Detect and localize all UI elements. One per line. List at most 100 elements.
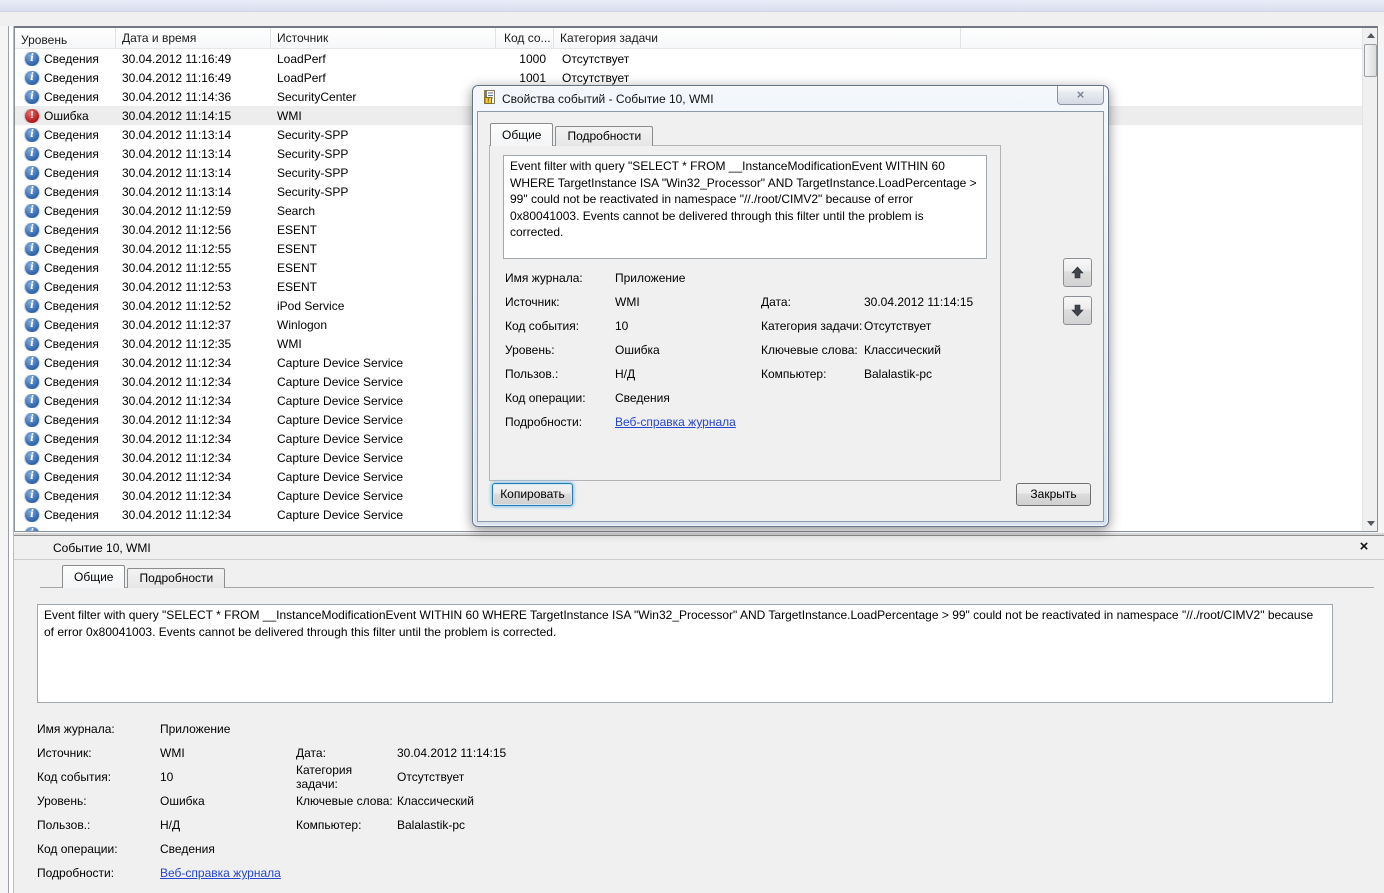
level-icon: i — [25, 241, 39, 256]
event-fields: Имя журнала: Приложение Источник: WMI Да… — [37, 717, 1339, 885]
preview-tab-details[interactable]: Подробности — [127, 568, 226, 588]
date-label: Дата: — [761, 295, 791, 309]
event-id-value: 10 — [160, 770, 174, 784]
level-icon: i — [25, 51, 39, 66]
opcode-value: Сведения — [615, 391, 670, 405]
level-icon: i — [25, 165, 39, 180]
tab-general[interactable]: Общие — [490, 123, 554, 146]
level-value: Ошибка — [160, 794, 205, 808]
column-header-datetime[interactable]: Дата и время — [116, 28, 271, 48]
previous-event-button[interactable] — [1063, 258, 1092, 287]
scroll-up-button[interactable] — [1363, 28, 1377, 43]
task-category-label: Категория задачи: — [761, 319, 863, 333]
level-icon: i — [25, 70, 39, 85]
event-preview-pane: Событие 10, WMI × Общие Подробности Even… — [14, 535, 1384, 893]
computer-value: Balalastik-pc — [864, 367, 933, 381]
computer-value: Balalastik-pc — [397, 818, 466, 832]
task-category-value: Отсутствует — [397, 770, 465, 784]
scroll-up-icon — [1366, 33, 1375, 38]
column-header-code[interactable]: Код со... — [496, 28, 554, 48]
level-icon: i — [25, 260, 39, 275]
user-value: Н/Д — [615, 367, 636, 381]
level-icon: i — [25, 431, 39, 446]
next-event-button[interactable] — [1063, 296, 1092, 325]
source-value: WMI — [160, 746, 185, 760]
svg-text:!: ! — [487, 98, 489, 104]
keywords-label: Ключевые слова: — [761, 343, 858, 357]
log-name-value: Приложение — [615, 271, 686, 285]
scrollbar-thumb[interactable] — [1364, 44, 1377, 77]
level-icon: i — [25, 317, 39, 332]
level-icon: i — [25, 203, 39, 218]
date-label: Дата: — [296, 746, 326, 760]
level-label: Уровень: — [37, 794, 87, 808]
more-info-label: Подробности: — [37, 866, 115, 880]
dialog-titlebar[interactable]: ! Свойства событий - Событие 10, WMI — [473, 86, 1108, 111]
computer-label: Компьютер: — [761, 367, 827, 381]
preview-title: Событие 10, WMI — [53, 541, 151, 555]
level-icon: ! — [25, 108, 39, 123]
dialog-tab-panel: Event filter with query "SELECT * FROM _… — [489, 145, 1001, 481]
scroll-down-button[interactable] — [1363, 516, 1377, 531]
date-value: 30.04.2012 11:14:15 — [397, 746, 507, 760]
event-message[interactable]: Event filter with query "SELECT * FROM _… — [503, 155, 987, 259]
level-icon: i — [25, 146, 39, 161]
event-log-online-help-link[interactable]: Веб-справка журнала — [160, 866, 281, 880]
toolbar-strip — [0, 12, 1384, 26]
user-label: Пользов.: — [505, 367, 559, 381]
close-button[interactable]: Закрыть — [1016, 483, 1091, 506]
copy-button[interactable]: Копировать — [492, 483, 573, 506]
level-icon: i — [25, 336, 39, 351]
keywords-value: Классический — [864, 343, 941, 357]
event-table-header: Уровень Дата и время Источник Код со... … — [15, 28, 1377, 49]
task-category-value: Отсутствует — [864, 319, 932, 333]
level-icon: i — [25, 298, 39, 313]
log-name-value: Приложение — [160, 722, 231, 736]
level-value: Ошибка — [615, 343, 660, 357]
level-icon: i — [25, 89, 39, 104]
event-properties-dialog: ! Свойства событий - Событие 10, WMI × О… — [472, 85, 1109, 527]
close-icon: × — [1076, 87, 1085, 102]
source-value: WMI — [615, 295, 640, 309]
level-icon: i — [25, 355, 39, 370]
dialog-close-button[interactable]: × — [1057, 86, 1104, 105]
event-log-online-help-link[interactable]: Веб-справка журнала — [615, 415, 736, 429]
arrow-up-icon — [1071, 266, 1084, 279]
keywords-label: Ключевые слова: — [296, 794, 393, 808]
computer-label: Компьютер: — [296, 818, 362, 832]
level-icon: i — [25, 279, 39, 294]
preview-tab-general[interactable]: Общие — [62, 565, 126, 588]
level-icon: i — [25, 526, 39, 531]
vertical-scrollbar[interactable] — [1362, 28, 1377, 531]
preview-tabs: Общие Подробности — [62, 565, 227, 588]
window-chrome-strip — [0, 0, 1384, 12]
opcode-label: Код операции: — [505, 391, 586, 405]
preview-close-button[interactable]: × — [1355, 538, 1373, 556]
opcode-label: Код операции: — [37, 842, 118, 856]
date-value: 30.04.2012 11:14:15 — [864, 295, 974, 309]
level-label: Уровень: — [505, 343, 555, 357]
event-id-label: Код события: — [505, 319, 580, 333]
scroll-down-icon — [1366, 521, 1375, 526]
level-icon: i — [25, 222, 39, 237]
table-row[interactable]: i Сведения 30.04.2012 11:16:49 LoadPerf 1… — [15, 49, 1377, 68]
user-value: Н/Д — [160, 818, 181, 832]
column-header-category[interactable]: Категория задачи — [554, 28, 961, 48]
log-name-label: Имя журнала: — [505, 271, 583, 285]
level-icon: i — [25, 469, 39, 484]
level-icon: i — [25, 412, 39, 427]
event-id-value: 10 — [615, 319, 629, 333]
event-message[interactable]: Event filter with query "SELECT * FROM _… — [37, 604, 1333, 703]
preview-title-divider — [14, 559, 1384, 560]
column-header-level[interactable]: Уровень — [15, 28, 116, 48]
column-header-filler — [961, 28, 1377, 48]
tab-details[interactable]: Подробности — [555, 126, 654, 146]
level-icon: i — [25, 450, 39, 465]
column-header-source[interactable]: Источник — [271, 28, 496, 48]
level-icon: i — [25, 374, 39, 389]
event-id-label: Код события: — [37, 770, 112, 784]
level-icon: i — [25, 184, 39, 199]
more-info-label: Подробности: — [505, 415, 583, 429]
log-name-label: Имя журнала: — [37, 722, 115, 736]
event-properties-icon: ! — [481, 89, 497, 108]
